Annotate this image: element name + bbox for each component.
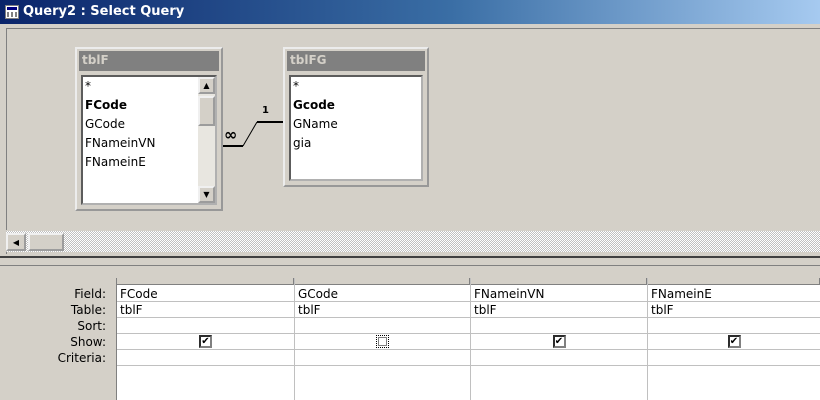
criteria-cell[interactable] (295, 350, 470, 366)
field-item[interactable]: * (291, 77, 421, 96)
vertical-scrollbar[interactable]: ▲ ▼ (198, 77, 215, 203)
row-label-show: Show: (70, 335, 106, 349)
field-item[interactable]: FNameinE (83, 153, 215, 172)
horizontal-scrollbar[interactable]: ◀ (6, 230, 820, 252)
field-item[interactable]: FNameinVN (83, 134, 215, 153)
table-cell[interactable]: tblF (117, 302, 294, 318)
scroll-left-arrow-icon[interactable]: ◀ (6, 233, 26, 251)
field-list[interactable]: * FCode GCode FNameinVN FNameinE ▲ ▼ (81, 75, 217, 205)
field-cell[interactable]: FNameinVN (471, 286, 647, 302)
sort-cell[interactable] (295, 318, 470, 334)
scroll-down-arrow-icon[interactable]: ▼ (198, 186, 215, 203)
row-label-sort: Sort: (77, 319, 106, 333)
field-item-primary-key[interactable]: FCode (83, 96, 215, 115)
sort-cell[interactable] (648, 318, 820, 334)
field-cell[interactable]: FCode (117, 286, 294, 302)
column-selector[interactable] (471, 278, 647, 285)
table-box-tblF[interactable]: tblF * FCode GCode FNameinVN FNameinE ▲ … (75, 47, 223, 211)
field-item-primary-key[interactable]: Gcode (291, 96, 421, 115)
criteria-cell[interactable] (117, 350, 294, 366)
field-cell[interactable]: FNameinE (648, 286, 820, 302)
grid-column[interactable]: GCode tblF (295, 278, 471, 400)
checkmark-icon[interactable]: ✔ (727, 335, 741, 348)
field-list[interactable]: * Gcode GName gia (289, 75, 423, 181)
sort-cell[interactable] (117, 318, 294, 334)
scroll-up-arrow-icon[interactable]: ▲ (198, 77, 215, 94)
grid-column[interactable]: FCode tblF ✔ (117, 278, 295, 400)
field-item[interactable]: GName (291, 115, 421, 134)
field-item[interactable]: gia (291, 134, 421, 153)
pane-splitter[interactable] (0, 256, 820, 266)
show-cell[interactable]: ✔ (471, 334, 647, 350)
row-label-field: Field: (74, 287, 106, 301)
column-selector[interactable] (117, 278, 294, 285)
row-label-table: Table: (70, 303, 106, 317)
column-selector[interactable] (295, 278, 470, 285)
scrollbar-thumb[interactable] (28, 233, 64, 251)
field-cell[interactable]: GCode (295, 286, 470, 302)
column-selector[interactable] (648, 278, 820, 285)
table-box-title[interactable]: tblF (79, 51, 219, 71)
row-label-criteria: Criteria: (57, 351, 106, 365)
show-checkbox[interactable] (376, 335, 389, 348)
checkmark-icon[interactable]: ✔ (552, 335, 566, 348)
one-side-label: 1 (262, 105, 269, 116)
criteria-cell[interactable] (471, 350, 647, 366)
query-design-grid[interactable]: Field: Table: Sort: Show: Criteria: FCod… (0, 270, 820, 400)
table-cell[interactable]: tblF (471, 302, 647, 318)
show-cell[interactable]: ✔ (117, 334, 294, 350)
table-cell[interactable]: tblF (295, 302, 470, 318)
sort-cell[interactable] (471, 318, 647, 334)
show-cell[interactable]: ✔ (648, 334, 820, 350)
many-side-label: ∞ (224, 125, 238, 144)
table-cell[interactable]: tblF (648, 302, 820, 318)
title-bar[interactable]: Query2 : Select Query (0, 0, 820, 24)
grid-column[interactable]: FNameinVN tblF ✔ (471, 278, 648, 400)
grid-columns[interactable]: FCode tblF ✔ GCode tblF FNameinVN tblF ✔… (116, 278, 820, 400)
grid-column[interactable]: FNameinE tblF ✔ (648, 278, 820, 400)
query-window-icon[interactable] (5, 5, 19, 19)
table-box-tblFG[interactable]: tblFG * Gcode GName gia (283, 47, 429, 187)
checkmark-icon[interactable]: ✔ (199, 335, 212, 348)
field-item[interactable]: * (83, 77, 215, 96)
criteria-cell[interactable] (648, 350, 820, 366)
scrollbar-thumb[interactable] (198, 96, 215, 126)
show-cell[interactable] (295, 334, 470, 350)
window-title: Query2 : Select Query (23, 4, 185, 19)
field-item[interactable]: GCode (83, 115, 215, 134)
table-design-area[interactable]: tblF * FCode GCode FNameinVN FNameinE ▲ … (6, 28, 820, 254)
table-box-title[interactable]: tblFG (287, 51, 425, 71)
